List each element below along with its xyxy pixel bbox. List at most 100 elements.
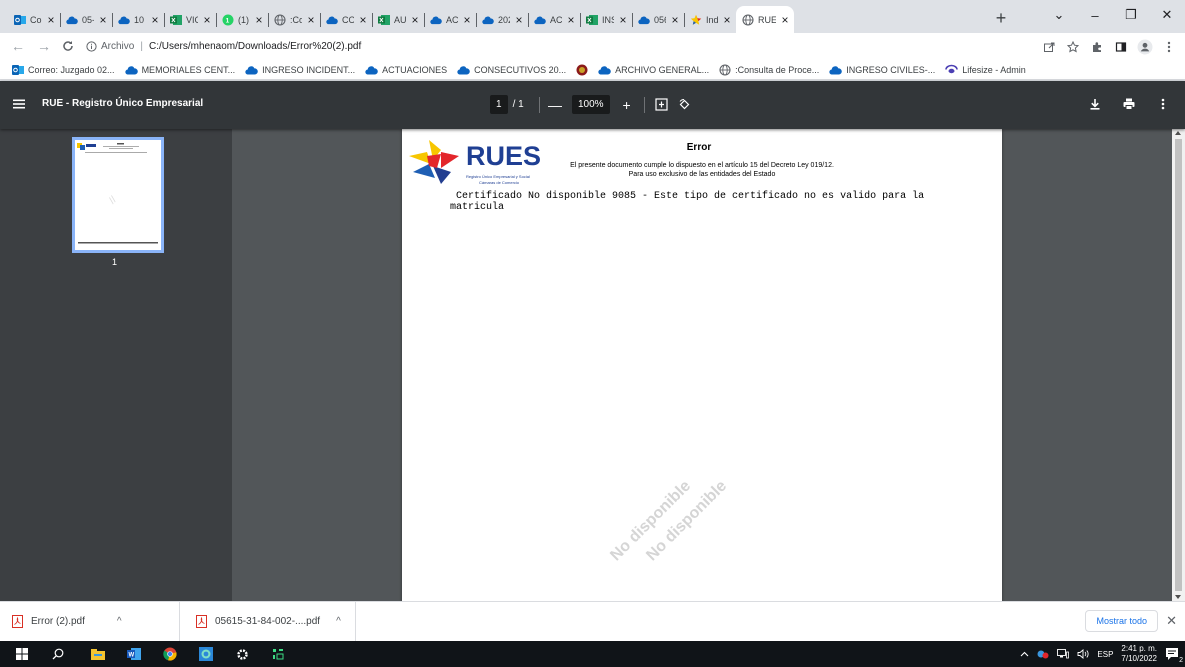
- download-item[interactable]: Error (2).pdf ^: [12, 602, 180, 641]
- clock[interactable]: 2:41 p. m. 7/10/2022: [1121, 644, 1157, 664]
- tab-close-button[interactable]: ×: [462, 14, 472, 26]
- print-icon[interactable]: [1121, 96, 1137, 112]
- tab[interactable]: CON ×: [320, 6, 372, 33]
- tab[interactable]: 05-1 ×: [60, 6, 112, 33]
- bookmark-item[interactable]: ACTUACIONES: [365, 65, 447, 75]
- tab-close-button[interactable]: ×: [202, 14, 212, 26]
- file-explorer-icon[interactable]: [90, 646, 106, 662]
- tab-close-button[interactable]: ×: [670, 14, 680, 26]
- onedrive-icon: [245, 65, 258, 75]
- tab-close-button[interactable]: ×: [410, 14, 420, 26]
- tab-close-button[interactable]: ×: [358, 14, 368, 26]
- side-panel-icon[interactable]: [1111, 36, 1131, 57]
- notifications-icon[interactable]: 2: [1165, 647, 1183, 664]
- minimize-button[interactable]: –: [1077, 0, 1113, 30]
- windows-start-icon[interactable]: [14, 646, 30, 662]
- tab[interactable]: VIGE ×: [164, 6, 216, 33]
- tab-close-button[interactable]: ×: [46, 14, 56, 26]
- pdf-scrollbar[interactable]: [1172, 129, 1185, 601]
- forward-button[interactable]: →: [34, 36, 54, 56]
- fit-to-page-icon[interactable]: [654, 98, 668, 111]
- tab[interactable]: :Cor ×: [268, 6, 320, 33]
- tab-close-button[interactable]: ×: [306, 14, 316, 26]
- download-item[interactable]: 05615-31-84-002-....pdf ^: [196, 602, 356, 641]
- toolbar-divider: [643, 96, 645, 113]
- tab-close-button[interactable]: ×: [780, 14, 790, 26]
- restore-button[interactable]: ❐: [1113, 0, 1149, 30]
- address-bar[interactable]: Archivo | C:/Users/mhenaom/Downloads/Err…: [86, 36, 1026, 57]
- sidebar-menu-icon[interactable]: [12, 97, 26, 111]
- reload-button[interactable]: [58, 36, 78, 56]
- zoom-in-button[interactable]: +: [620, 97, 634, 113]
- url-text[interactable]: C:/Users/mhenaom/Downloads/Error%20(2).p…: [149, 41, 361, 52]
- tab[interactable]: ACT ×: [424, 6, 476, 33]
- settings-gear-icon[interactable]: [234, 646, 250, 662]
- word-icon[interactable]: W: [126, 646, 142, 662]
- bookmark-item[interactable]: Correo: Juzgado 02...: [12, 64, 115, 76]
- show-hidden-icons-chevron[interactable]: [1020, 651, 1029, 657]
- bookmark-item[interactable]: CONSECUTIVOS 20...: [457, 65, 566, 75]
- scroll-down-arrow[interactable]: [1175, 595, 1181, 599]
- scroll-up-arrow[interactable]: [1175, 131, 1181, 135]
- info-icon[interactable]: [86, 41, 97, 52]
- back-button[interactable]: ←: [8, 36, 28, 56]
- tab[interactable]: AUT ×: [372, 6, 424, 33]
- tab[interactable]: 1 (1) V ×: [216, 6, 268, 33]
- tab[interactable]: 10 C ×: [112, 6, 164, 33]
- tray-app-icon[interactable]: [1037, 649, 1049, 659]
- bookmark-item[interactable]: ARCHIVO GENERAL...: [598, 65, 709, 75]
- tab-close-button[interactable]: ×: [254, 14, 264, 26]
- bookmark-item[interactable]: INGRESO CIVILES-...: [829, 65, 935, 75]
- bookmark-label: Lifesize - Admin: [962, 64, 1026, 75]
- page-thumbnail[interactable]: //: [72, 137, 164, 253]
- pdf-page: RUES Registro Único Empresarial y Social…: [402, 129, 1002, 601]
- pdf-document-area[interactable]: RUES Registro Único Empresarial y Social…: [232, 129, 1185, 601]
- tab-title: Inde: [706, 14, 718, 25]
- profile-avatar-icon[interactable]: [1135, 36, 1155, 57]
- bookmark-item[interactable]: [576, 64, 588, 76]
- tab[interactable]: 202 ×: [476, 6, 528, 33]
- tab-active[interactable]: RUE ×: [736, 6, 794, 33]
- show-all-downloads-button[interactable]: Mostrar todo: [1085, 610, 1158, 632]
- bookmark-item[interactable]: INGRESO INCIDENT...: [245, 65, 355, 75]
- tab-close-button[interactable]: ×: [566, 14, 576, 26]
- zoom-out-button[interactable]: —: [548, 97, 562, 113]
- bookmark-item[interactable]: :Consulta de Proce...: [719, 63, 819, 76]
- tab[interactable]: ACT ×: [528, 6, 580, 33]
- volume-icon[interactable]: [1077, 649, 1089, 659]
- tab[interactable]: Corr ×: [8, 6, 60, 33]
- chrome-icon[interactable]: [162, 646, 178, 662]
- app-icon[interactable]: [270, 646, 286, 662]
- bookmark-item[interactable]: MEMORIALES CENT...: [124, 65, 235, 75]
- download-options-chevron[interactable]: ^: [336, 616, 341, 627]
- tab[interactable]: INSC ×: [580, 6, 632, 33]
- new-tab-button[interactable]: +: [990, 8, 1012, 30]
- tab-close-button[interactable]: ×: [722, 14, 732, 26]
- search-icon[interactable]: [50, 646, 66, 662]
- page-number-input[interactable]: 1: [490, 95, 508, 114]
- download-options-chevron[interactable]: ^: [117, 616, 122, 627]
- tab-close-button[interactable]: ×: [150, 14, 160, 26]
- extensions-icon[interactable]: [1087, 36, 1107, 57]
- document-usage-note: Para uso exclusivo de las entidades del …: [628, 171, 776, 178]
- close-window-button[interactable]: ✕: [1149, 0, 1185, 30]
- zoom-level-input[interactable]: 100%: [572, 95, 610, 114]
- tab-close-button[interactable]: ×: [618, 14, 628, 26]
- download-icon[interactable]: [1087, 96, 1103, 112]
- share-icon[interactable]: [1039, 36, 1059, 57]
- rotate-icon[interactable]: [678, 98, 691, 111]
- scroll-thumb[interactable]: [1175, 139, 1182, 591]
- tab[interactable]: Inde ×: [684, 6, 736, 33]
- tab[interactable]: 056 ×: [632, 6, 684, 33]
- close-download-shelf-button[interactable]: ✕: [1166, 614, 1177, 627]
- tab-close-button[interactable]: ×: [514, 14, 524, 26]
- browser-menu-icon[interactable]: [1159, 36, 1179, 57]
- input-language-indicator[interactable]: ESP: [1097, 650, 1113, 659]
- tab-close-button[interactable]: ×: [98, 14, 108, 26]
- more-options-icon[interactable]: [1155, 96, 1171, 112]
- network-icon[interactable]: [1057, 649, 1070, 659]
- tab-search-button[interactable]: ⌄: [1041, 0, 1077, 30]
- bookmark-item[interactable]: Lifesize - Admin: [945, 64, 1026, 75]
- bookmark-star-icon[interactable]: [1063, 36, 1083, 57]
- edge-icon[interactable]: [198, 646, 214, 662]
